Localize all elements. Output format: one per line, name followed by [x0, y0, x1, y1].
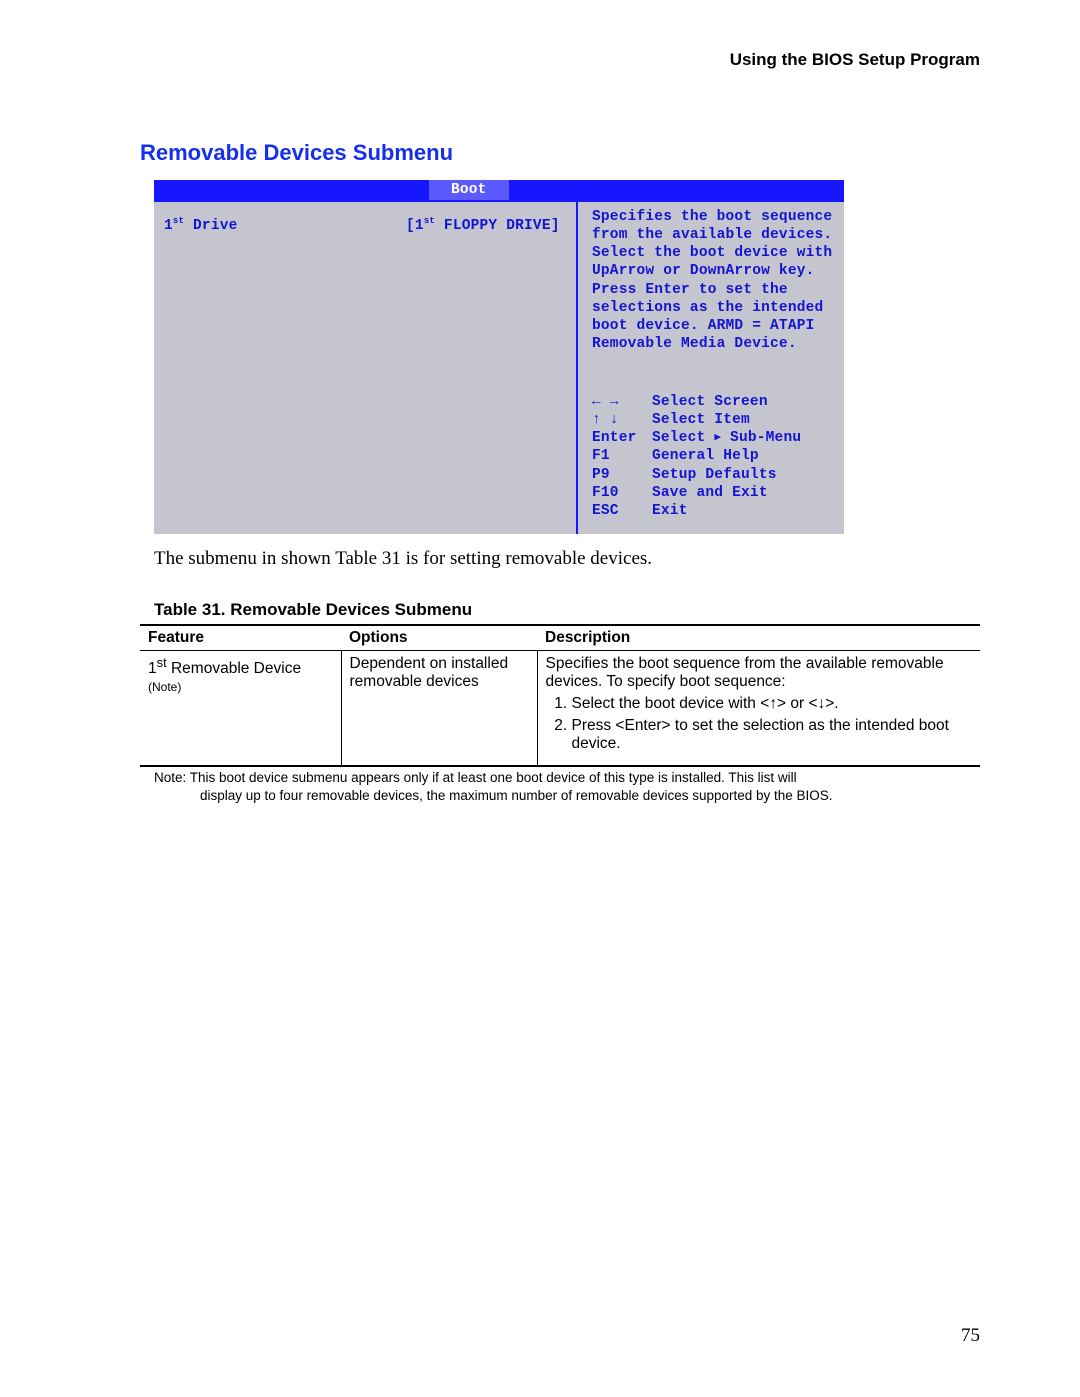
cell-feature: 1st Removable Device (Note) [140, 650, 341, 766]
cell-description: Specifies the boot sequence from the ava… [537, 650, 980, 766]
page-number: 75 [961, 1325, 980, 1347]
bios-item-value: [1st FLOPPY DRIVE] [400, 202, 576, 534]
bios-tab-boot: Boot [429, 180, 509, 200]
th-feature: Feature [140, 625, 341, 651]
intro-paragraph: The submenu in shown Table 31 is for set… [154, 548, 980, 570]
table-row: 1st Removable Device (Note) Dependent on… [140, 650, 980, 766]
bios-nav-keys: ← →Select Screen ↑ ↓Select Item EnterSel… [592, 393, 838, 520]
th-description: Description [537, 625, 980, 651]
bios-tab-bar: Boot [154, 180, 844, 200]
table-removable-devices: Feature Options Description 1st Removabl… [140, 624, 980, 767]
section-title: Removable Devices Submenu [140, 140, 980, 166]
bios-help-text: Specifies the boot sequence from the ava… [592, 208, 838, 353]
th-options: Options [341, 625, 537, 651]
bios-item-label: 1st Drive [154, 202, 400, 534]
bios-panel: Boot 1st Drive [1st FLOPPY DRIVE] Specif… [154, 180, 844, 534]
running-header: Using the BIOS Setup Program [140, 50, 980, 70]
table-note: Note: This boot device submenu appears o… [154, 769, 980, 805]
cell-options: Dependent on installed removable devices [341, 650, 537, 766]
table-caption: Table 31. Removable Devices Submenu [154, 600, 980, 620]
